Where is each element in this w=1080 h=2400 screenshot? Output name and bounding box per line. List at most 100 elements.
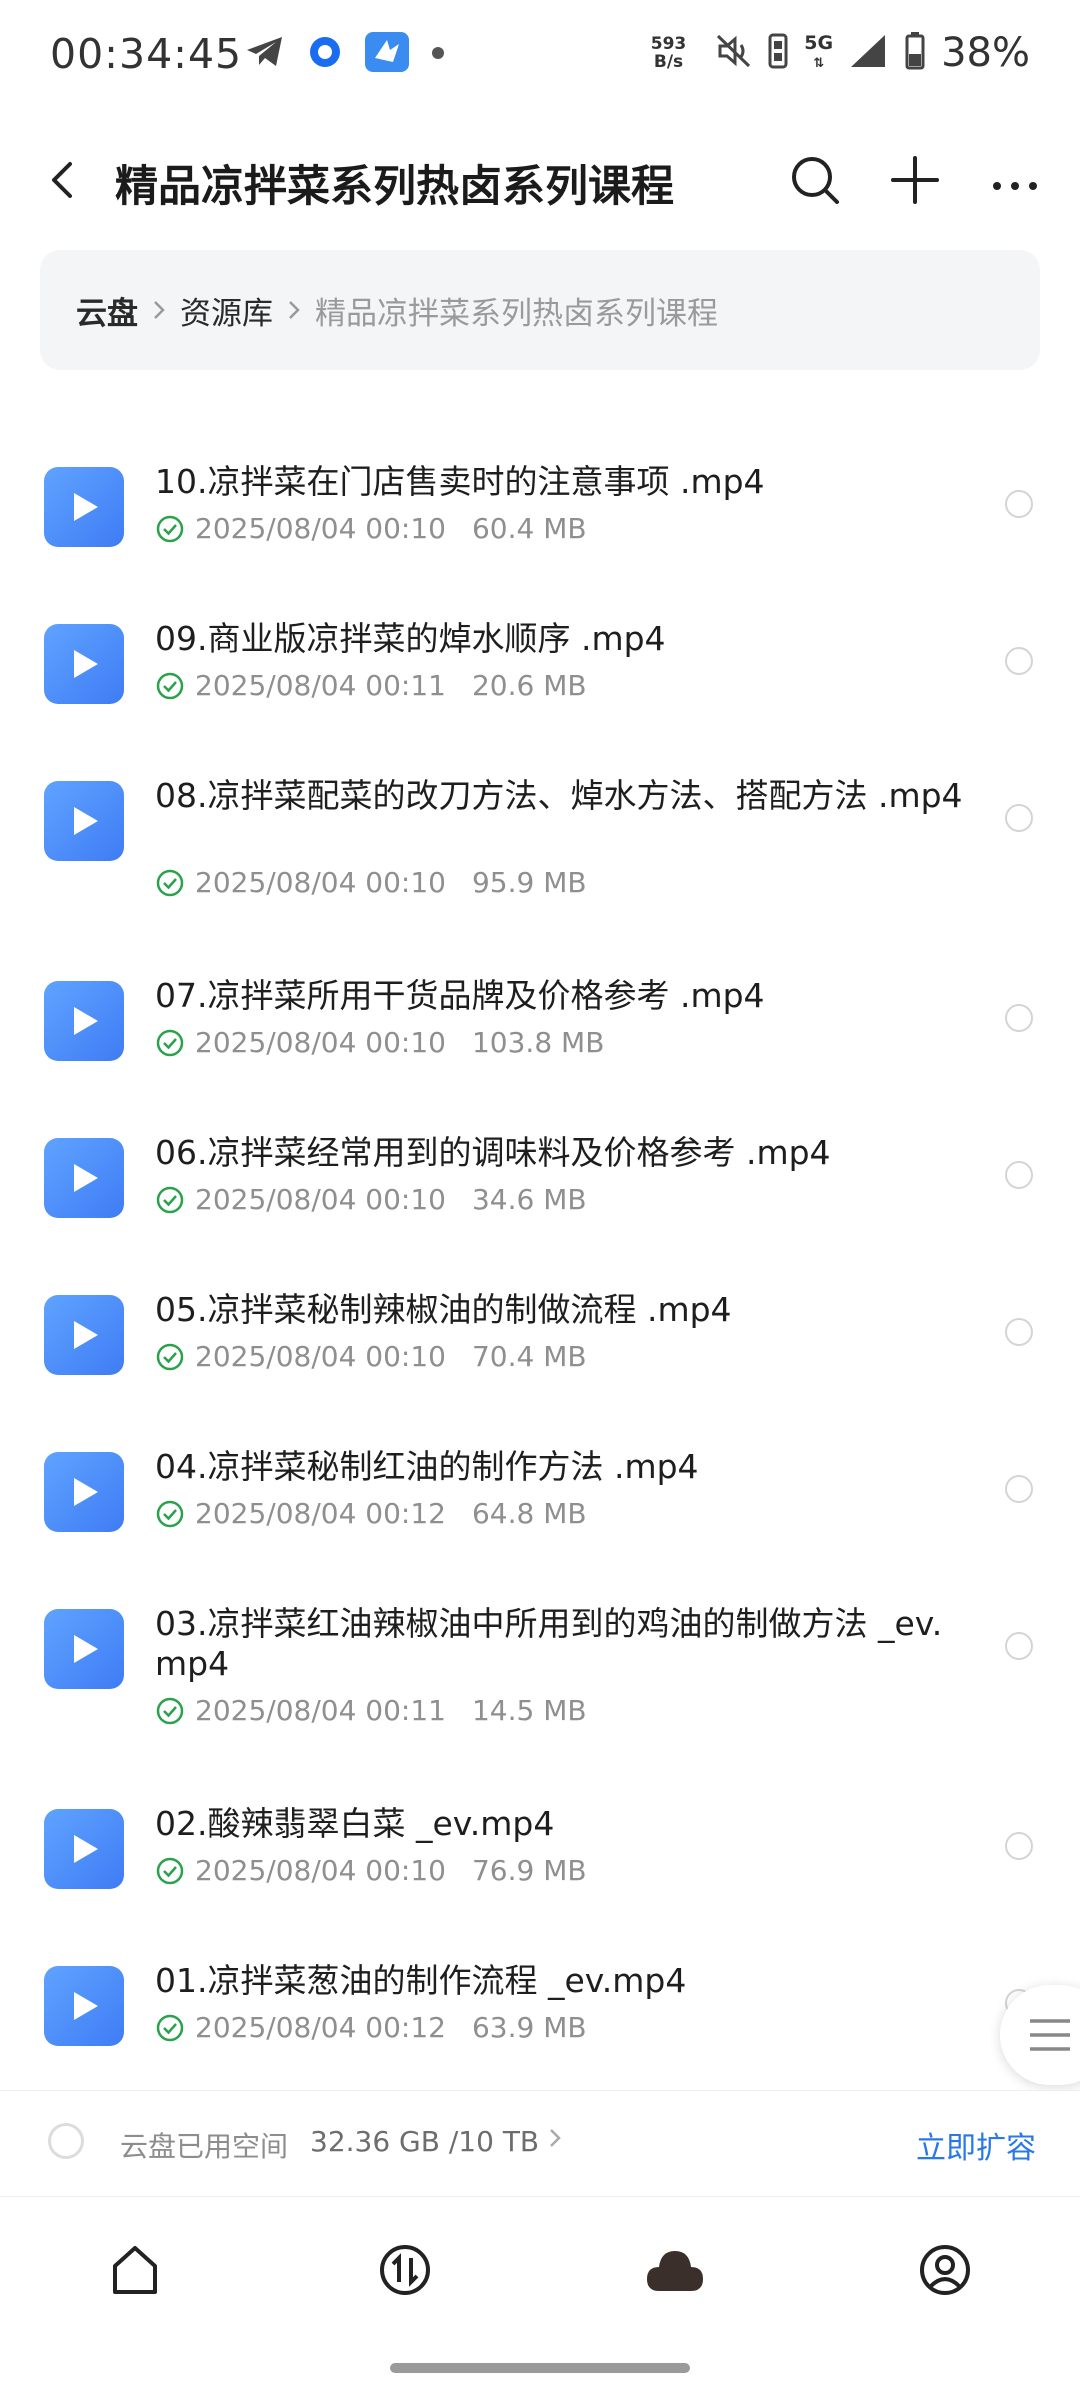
- file-name: 01.凉拌菜葱油的制作流程 _ev.mp4: [155, 1961, 687, 2000]
- bird-app-icon: [365, 32, 409, 76]
- more-options-button[interactable]: [985, 150, 1045, 210]
- chevron-right-icon: [152, 299, 166, 321]
- notification-icons: [245, 32, 445, 76]
- file-meta: 2025/08/04 00:11 14.5 MB: [155, 1694, 587, 1727]
- file-date: 2025/08/04 00:10: [195, 1854, 446, 1887]
- check-circle-icon: [155, 1185, 185, 1215]
- network-type: 5G ⇅: [804, 31, 834, 71]
- file-meta: 2025/08/04 00:10 76.9 MB: [155, 1854, 587, 1887]
- file-size: 76.9 MB: [471, 1854, 587, 1887]
- expand-storage-button[interactable]: 立即扩容: [916, 2123, 1036, 2167]
- file-size: 95.9 MB: [471, 866, 587, 899]
- battery-level: 38%: [941, 30, 1030, 76]
- select-checkbox[interactable]: [1005, 1832, 1033, 1860]
- file-row[interactable]: 07.凉拌菜所用干货品牌及价格参考 .mp4 2025/08/04 00:10 …: [0, 924, 1080, 1081]
- file-size: 60.4 MB: [471, 512, 587, 545]
- file-name: 07.凉拌菜所用干货品牌及价格参考 .mp4: [155, 976, 765, 1015]
- select-checkbox[interactable]: [1005, 490, 1033, 518]
- mute-icon: [716, 34, 752, 72]
- video-file-icon: [44, 1295, 124, 1375]
- file-date: 2025/08/04 00:11: [195, 1694, 446, 1727]
- net-speed-unit: B/s: [653, 52, 684, 72]
- file-row[interactable]: 02.酸辣翡翠白菜 _ev.mp4 2025/08/04 00:10 76.9 …: [0, 1752, 1080, 1909]
- video-file-icon: [44, 1966, 124, 2046]
- breadcrumb-item-cloud[interactable]: 云盘: [76, 288, 138, 333]
- telegram-icon: [245, 35, 285, 73]
- back-button[interactable]: [40, 150, 84, 210]
- check-circle-icon: [155, 1856, 185, 1886]
- select-checkbox[interactable]: [1005, 1161, 1033, 1189]
- file-date: 2025/08/04 00:11: [195, 669, 446, 702]
- check-circle-icon: [155, 671, 185, 701]
- file-row[interactable]: 06.凉拌菜经常用到的调味料及价格参考 .mp4 2025/08/04 00:1…: [0, 1081, 1080, 1238]
- check-circle-icon: [155, 1028, 185, 1058]
- file-meta: 2025/08/04 00:11 20.6 MB: [155, 669, 587, 702]
- select-checkbox[interactable]: [1005, 1632, 1033, 1660]
- dot-icon: [431, 45, 445, 64]
- chevron-right-icon: [548, 2127, 562, 2153]
- file-row[interactable]: 04.凉拌菜秘制红油的制作方法 .mp4 2025/08/04 00:12 64…: [0, 1395, 1080, 1552]
- storage-progress-icon: [48, 2123, 84, 2159]
- breadcrumb-item-library[interactable]: 资源库: [180, 288, 273, 333]
- transfer-icon: [380, 2245, 430, 2295]
- status-bar: 00:34:45 593 B/s 5G ⇅ 38%: [0, 0, 1080, 115]
- file-name: 04.凉拌菜秘制红油的制作方法 .mp4: [155, 1447, 699, 1486]
- file-date: 2025/08/04 00:10: [195, 1340, 446, 1373]
- file-row[interactable]: 01.凉拌菜葱油的制作流程 _ev.mp4 2025/08/04 00:12 6…: [0, 1909, 1080, 2066]
- file-row[interactable]: 08.凉拌菜配菜的改刀方法、焯水方法、搭配方法 .mp4 2025/08/04 …: [0, 724, 1080, 924]
- bottom-nav: [0, 2215, 1080, 2325]
- nav-cloud[interactable]: [640, 2235, 710, 2305]
- file-date: 2025/08/04 00:12: [195, 2011, 446, 2044]
- file-meta: 2025/08/04 00:12 64.8 MB: [155, 1497, 587, 1530]
- check-circle-icon: [155, 868, 185, 898]
- breadcrumb-item-current: 精品凉拌菜系列热卤系列课程: [315, 295, 718, 332]
- select-checkbox[interactable]: [1005, 647, 1033, 675]
- select-checkbox[interactable]: [1005, 804, 1033, 832]
- video-file-icon: [44, 467, 124, 547]
- breadcrumb: 云盘 资源库 精品凉拌菜系列热卤系列课程: [40, 250, 1040, 370]
- file-name: 03.凉拌菜红油辣椒油中所用到的鸡油的制做方法 _ev.mp4: [155, 1604, 943, 1683]
- file-meta: 2025/08/04 00:10 70.4 MB: [155, 1340, 587, 1373]
- select-checkbox[interactable]: [1005, 1475, 1033, 1503]
- file-row[interactable]: 10.凉拌菜在门店售卖时的注意事项 .mp4 2025/08/04 00:10 …: [0, 410, 1080, 567]
- network-type-label: 5G: [804, 31, 834, 54]
- system-status-icons: 593 B/s 5G ⇅ 38%: [651, 30, 1030, 76]
- video-file-icon: [44, 981, 124, 1061]
- add-button[interactable]: [885, 150, 945, 210]
- file-name: 08.凉拌菜配菜的改刀方法、焯水方法、搭配方法 .mp4: [155, 776, 963, 815]
- file-name: 05.凉拌菜秘制辣椒油的制做流程 .mp4: [155, 1290, 732, 1329]
- select-checkbox[interactable]: [1005, 1318, 1033, 1346]
- select-checkbox[interactable]: [1005, 1004, 1033, 1032]
- file-meta: 2025/08/04 00:10 95.9 MB: [155, 866, 587, 899]
- nav-transfer[interactable]: [370, 2235, 440, 2305]
- home-icon: [113, 2246, 157, 2294]
- file-size: 63.9 MB: [471, 2011, 587, 2044]
- home-indicator[interactable]: [390, 2363, 690, 2373]
- file-meta: 2025/08/04 00:10 60.4 MB: [155, 512, 587, 545]
- storage-bar[interactable]: 云盘已用空间 32.36 GB /10 TB 立即扩容: [0, 2090, 1080, 2197]
- file-date: 2025/08/04 00:10: [195, 512, 446, 545]
- file-date: 2025/08/04 00:12: [195, 1497, 446, 1530]
- file-row[interactable]: 03.凉拌菜红油辣椒油中所用到的鸡油的制做方法 _ev.mp4 2025/08/…: [0, 1552, 1080, 1752]
- check-circle-icon: [155, 2013, 185, 2043]
- file-name: 09.商业版凉拌菜的焯水顺序 .mp4: [155, 619, 666, 658]
- file-row[interactable]: 09.商业版凉拌菜的焯水顺序 .mp4 2025/08/04 00:11 20.…: [0, 567, 1080, 724]
- cloud-icon: [647, 2251, 703, 2291]
- file-name: 02.酸辣翡翠白菜 _ev.mp4: [155, 1804, 555, 1843]
- net-speed-value: 593: [650, 34, 687, 54]
- file-row[interactable]: 05.凉拌菜秘制辣椒油的制做流程 .mp4 2025/08/04 00:10 7…: [0, 1238, 1080, 1395]
- video-file-icon: [44, 624, 124, 704]
- file-meta: 2025/08/04 00:10 34.6 MB: [155, 1183, 587, 1216]
- file-size: 20.6 MB: [471, 669, 587, 702]
- nav-home[interactable]: [100, 2235, 170, 2305]
- file-size: 70.4 MB: [471, 1340, 587, 1373]
- nav-profile[interactable]: [910, 2235, 980, 2305]
- video-file-icon: [44, 1609, 124, 1689]
- search-button[interactable]: [785, 150, 845, 210]
- data-sim-icon: [768, 33, 788, 73]
- video-file-icon: [44, 781, 124, 861]
- page-title: 精品凉拌菜系列热卤系列课程: [115, 162, 674, 212]
- check-circle-icon: [155, 1342, 185, 1372]
- chevron-right-icon: [287, 299, 301, 321]
- app-header: 精品凉拌菜系列热卤系列课程: [0, 140, 1080, 240]
